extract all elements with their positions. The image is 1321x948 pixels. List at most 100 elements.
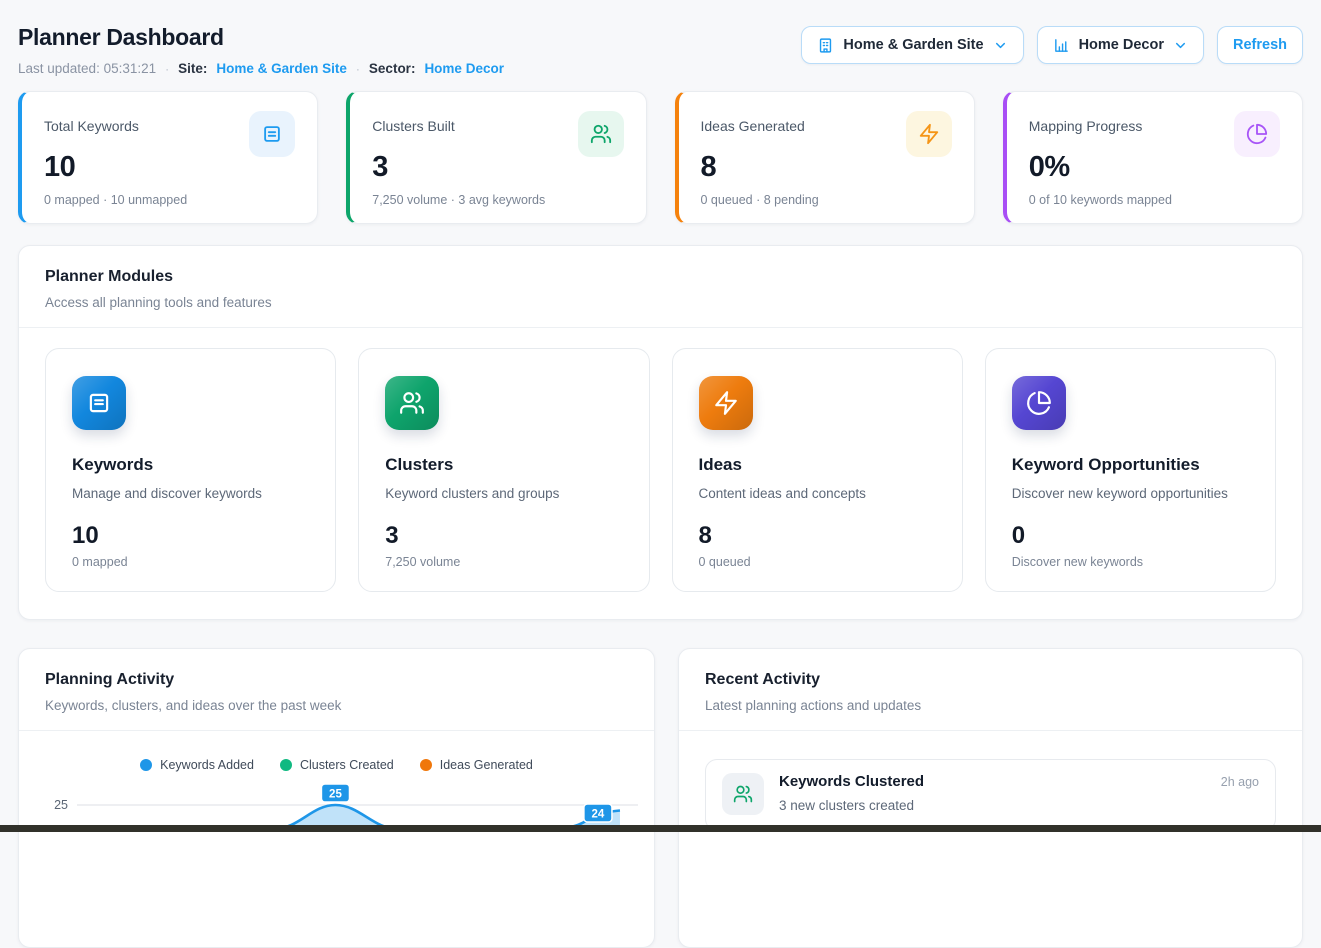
refresh-button[interactable]: Refresh xyxy=(1217,26,1303,64)
stat-label: Ideas Generated xyxy=(701,118,805,134)
module-value: 10 xyxy=(72,522,309,550)
planner-modules-header: Planner Modules Access all planning tool… xyxy=(19,246,1302,328)
module-card-ideas[interactable]: Ideas Content ideas and concepts 8 0 que… xyxy=(672,348,963,592)
stat-caption: 0 queued · 8 pending xyxy=(701,193,952,207)
recent-activity-header: Recent Activity Latest planning actions … xyxy=(679,649,1302,731)
stat-caption: 0 mapped · 10 unmapped xyxy=(44,193,295,207)
modules-grid: Keywords Manage and discover keywords 10… xyxy=(19,328,1302,619)
chart-plot-area: 25 25 24 xyxy=(19,783,654,829)
legend-label: Ideas Generated xyxy=(440,758,533,772)
module-title: Ideas xyxy=(699,455,936,475)
pie-chart-icon xyxy=(1234,111,1280,157)
panel-subtitle: Access all planning tools and features xyxy=(45,295,1276,310)
module-caption: 7,250 volume xyxy=(385,555,622,569)
zap-icon xyxy=(699,376,753,430)
module-value: 8 xyxy=(699,522,936,550)
last-updated-text: Last updated: 05:31:21 xyxy=(18,61,156,76)
module-title: Clusters xyxy=(385,455,622,475)
bar-chart-icon xyxy=(1053,37,1070,54)
svg-text:25: 25 xyxy=(329,789,342,801)
activity-item-title: Keywords Clustered xyxy=(779,773,924,790)
module-description: Keyword clusters and groups xyxy=(385,486,622,501)
data-label-25: 25 xyxy=(321,784,349,802)
panel-subtitle: Keywords, clusters, and ideas over the p… xyxy=(45,698,628,713)
planning-activity-header: Planning Activity Keywords, clusters, an… xyxy=(19,649,654,731)
module-title: Keywords xyxy=(72,455,309,475)
activity-chart: Keywords Added Clusters Created Ideas Ge… xyxy=(19,758,654,829)
site-link[interactable]: Home & Garden Site xyxy=(216,61,347,76)
stat-card-mapping-progress: Mapping Progress 0% 0 of 10 keywords map… xyxy=(1003,91,1303,224)
building-icon xyxy=(817,37,834,54)
chart-legend: Keywords Added Clusters Created Ideas Ge… xyxy=(19,758,654,772)
activity-list: Keywords Clustered 2h ago 3 new clusters… xyxy=(679,731,1302,859)
meta-separator: · xyxy=(165,62,169,76)
note-icon xyxy=(72,376,126,430)
module-card-keyword-opportunities[interactable]: Keyword Opportunities Discover new keywo… xyxy=(985,348,1276,592)
stat-caption: 0 of 10 keywords mapped xyxy=(1029,193,1280,207)
panel-subtitle: Latest planning actions and updates xyxy=(705,698,1276,713)
activity-item-time: 2h ago xyxy=(1221,775,1259,789)
module-title: Keyword Opportunities xyxy=(1012,455,1249,475)
stat-caption: 7,250 volume · 3 avg keywords xyxy=(372,193,623,207)
sector-selector-label: Home Decor xyxy=(1079,37,1164,53)
header-left: Planner Dashboard Last updated: 05:31:21… xyxy=(18,14,504,76)
legend-label: Keywords Added xyxy=(160,758,254,772)
y-axis-tick: 25 xyxy=(43,798,77,812)
bottom-edge-bar xyxy=(0,825,1321,832)
keywords-added-area-series: 25 24 xyxy=(77,783,638,829)
pie-chart-icon xyxy=(1012,376,1066,430)
note-icon xyxy=(249,111,295,157)
module-caption: 0 mapped xyxy=(72,555,309,569)
stat-label: Clusters Built xyxy=(372,118,454,134)
chevron-down-icon xyxy=(1173,38,1188,53)
module-card-clusters[interactable]: Clusters Keyword clusters and groups 3 7… xyxy=(358,348,649,592)
site-label: Site: xyxy=(178,61,207,76)
zap-icon xyxy=(906,111,952,157)
panel-title: Planning Activity xyxy=(45,671,628,689)
site-selector-label: Home & Garden Site xyxy=(843,37,983,53)
stats-row: Total Keywords 10 0 mapped · 10 unmapped… xyxy=(18,91,1303,224)
stat-label: Total Keywords xyxy=(44,118,139,134)
module-description: Discover new keyword opportunities xyxy=(1012,486,1249,501)
legend-item-clusters-created: Clusters Created xyxy=(280,758,394,772)
planning-activity-panel: Planning Activity Keywords, clusters, an… xyxy=(18,648,655,948)
sector-selector-dropdown[interactable]: Home Decor xyxy=(1037,26,1204,64)
module-value: 0 xyxy=(1012,522,1249,550)
module-card-keywords[interactable]: Keywords Manage and discover keywords 10… xyxy=(45,348,336,592)
site-selector-dropdown[interactable]: Home & Garden Site xyxy=(801,26,1023,64)
module-caption: Discover new keywords xyxy=(1012,555,1249,569)
legend-label: Clusters Created xyxy=(300,758,394,772)
planner-modules-panel: Planner Modules Access all planning tool… xyxy=(18,245,1303,620)
legend-dot xyxy=(140,759,152,771)
legend-item-ideas-generated: Ideas Generated xyxy=(420,758,533,772)
page-header: Planner Dashboard Last updated: 05:31:21… xyxy=(18,14,1303,76)
svg-text:24: 24 xyxy=(592,809,605,821)
page-title: Planner Dashboard xyxy=(18,24,504,51)
activity-item-body: Keywords Clustered 2h ago 3 new clusters… xyxy=(779,773,1259,813)
users-icon xyxy=(722,773,764,815)
recent-activity-panel: Recent Activity Latest planning actions … xyxy=(678,648,1303,948)
sector-label: Sector: xyxy=(369,61,416,76)
legend-dot xyxy=(420,759,432,771)
users-icon xyxy=(578,111,624,157)
chevron-down-icon xyxy=(993,38,1008,53)
header-meta: Last updated: 05:31:21 · Site: Home & Ga… xyxy=(18,61,504,76)
header-actions: Home & Garden Site Home Decor Refresh xyxy=(801,26,1303,64)
bottom-row: Planning Activity Keywords, clusters, an… xyxy=(18,648,1303,948)
panel-title: Planner Modules xyxy=(45,268,1276,286)
panel-title: Recent Activity xyxy=(705,671,1276,689)
stat-card-total-keywords: Total Keywords 10 0 mapped · 10 unmapped xyxy=(18,91,318,224)
meta-separator: · xyxy=(356,62,360,76)
planner-dashboard-page: Planner Dashboard Last updated: 05:31:21… xyxy=(0,0,1321,948)
users-icon xyxy=(385,376,439,430)
stat-card-clusters-built: Clusters Built 3 7,250 volume · 3 avg ke… xyxy=(346,91,646,224)
module-description: Manage and discover keywords xyxy=(72,486,309,501)
sector-link[interactable]: Home Decor xyxy=(424,61,504,76)
data-label-24: 24 xyxy=(584,804,612,822)
activity-item-keywords-clustered: Keywords Clustered 2h ago 3 new clusters… xyxy=(705,759,1276,831)
stat-label: Mapping Progress xyxy=(1029,118,1143,134)
legend-dot xyxy=(280,759,292,771)
module-value: 3 xyxy=(385,522,622,550)
module-description: Content ideas and concepts xyxy=(699,486,936,501)
legend-item-keywords-added: Keywords Added xyxy=(140,758,254,772)
